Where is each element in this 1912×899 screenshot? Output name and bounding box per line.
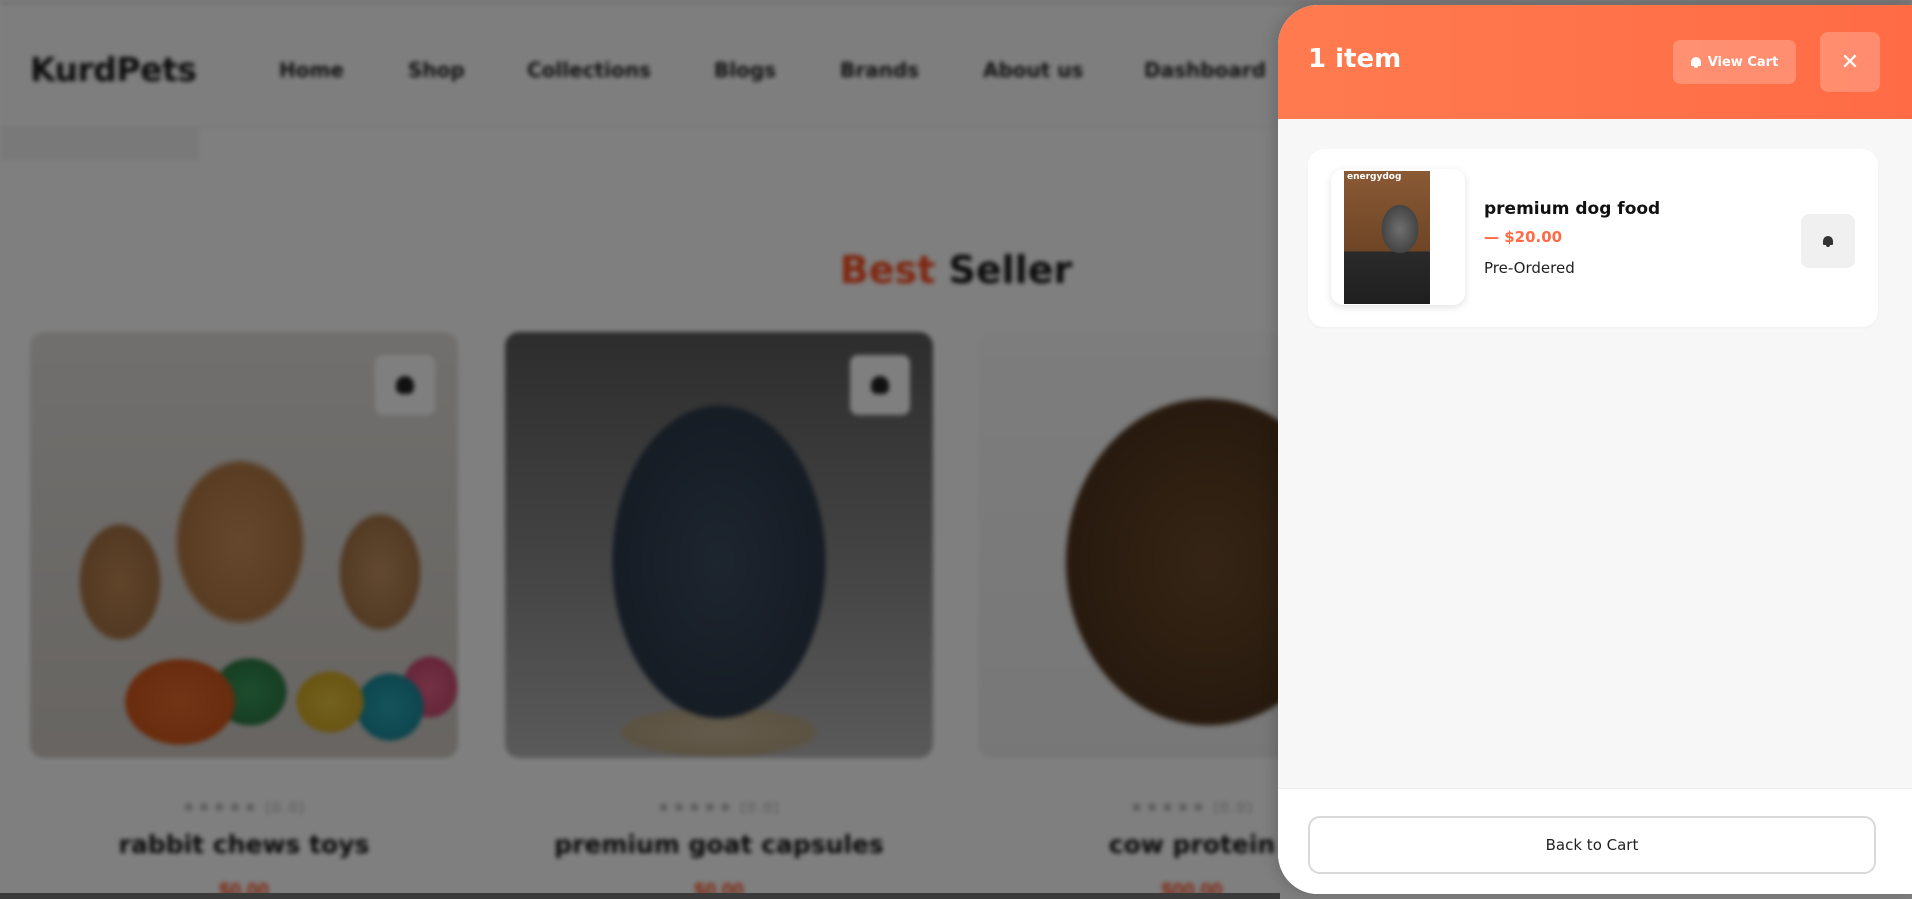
dog-picture (1370, 189, 1430, 269)
close-icon: ✕ (1840, 49, 1860, 75)
cart-drawer: 1 item View Cart ✕ energydog premium dog… (1278, 5, 1912, 894)
cart-item-count: 1 item (1308, 44, 1402, 74)
thumb-brand-label: energydog (1347, 172, 1402, 182)
cart-item-status: Pre-Ordered (1484, 259, 1575, 277)
cart-item-name[interactable]: premium dog food (1484, 199, 1660, 219)
cart-drawer-header: 1 item View Cart ✕ (1278, 5, 1912, 119)
view-cart-button[interactable]: View Cart (1673, 40, 1796, 84)
bell-icon (1690, 56, 1701, 68)
dog-food-bag-image (1344, 171, 1430, 304)
cart-drawer-footer: Back to Cart (1278, 788, 1912, 894)
close-button[interactable]: ✕ (1820, 32, 1880, 92)
cart-items-list: energydog premium dog food — $20.00 Pre-… (1278, 119, 1912, 788)
cart-item: energydog premium dog food — $20.00 Pre-… (1308, 149, 1878, 327)
cart-item-image[interactable]: energydog (1331, 169, 1465, 305)
cart-item-notify-button[interactable] (1801, 214, 1855, 268)
back-to-cart-button[interactable]: Back to Cart (1308, 816, 1876, 874)
view-cart-label: View Cart (1707, 54, 1779, 70)
bottom-bar (0, 893, 1280, 899)
cart-item-price: — $20.00 (1484, 228, 1563, 246)
bell-icon (1823, 235, 1833, 247)
